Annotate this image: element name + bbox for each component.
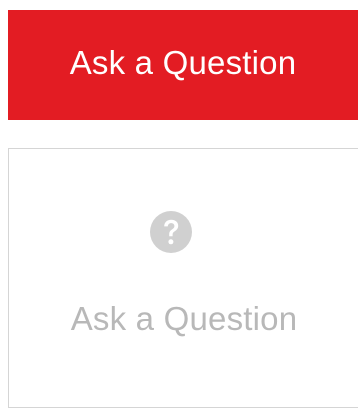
ask-question-button-label: Ask a Question: [69, 44, 297, 81]
ask-question-card-label: Ask a Question: [70, 300, 298, 337]
ask-question-card[interactable]: Ask a Question: [8, 148, 358, 408]
question-circle-icon: [150, 211, 192, 253]
ask-question-button[interactable]: Ask a Question: [8, 10, 358, 120]
